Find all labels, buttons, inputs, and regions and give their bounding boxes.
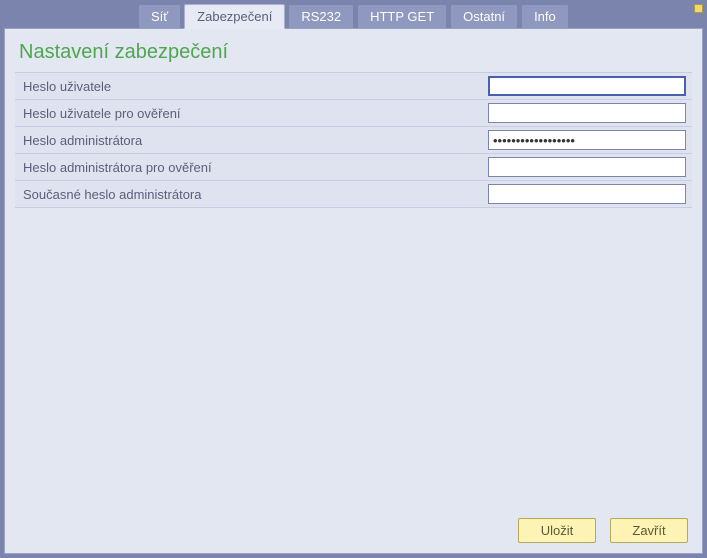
save-button[interactable]: Uložit (518, 518, 596, 543)
label-user-password: Heslo uživatele (21, 79, 488, 94)
row-admin-password-confirm: Heslo administrátora pro ověření (15, 154, 692, 181)
row-current-admin-password: Současné heslo administrátora (15, 181, 692, 208)
tab-bar: Síť Zabezpečení RS232 HTTP GET Ostatní I… (0, 0, 707, 28)
button-bar: Uložit Zavřít (518, 518, 688, 543)
label-admin-password: Heslo administrátora (21, 133, 488, 148)
input-user-password-confirm[interactable] (488, 103, 686, 123)
page-title: Nastavení zabezpečení (15, 39, 692, 72)
row-user-password-confirm: Heslo uživatele pro ověření (15, 100, 692, 127)
label-current-admin-password: Současné heslo administrátora (21, 187, 488, 202)
row-user-password: Heslo uživatele (15, 73, 692, 100)
security-form: Heslo uživatele Heslo uživatele pro ověř… (15, 72, 692, 208)
label-admin-password-confirm: Heslo administrátora pro ověření (21, 160, 488, 175)
tab-other[interactable]: Ostatní (450, 4, 518, 28)
input-current-admin-password[interactable] (488, 184, 686, 204)
row-admin-password: Heslo administrátora (15, 127, 692, 154)
input-admin-password-confirm[interactable] (488, 157, 686, 177)
input-user-password[interactable] (488, 76, 686, 96)
label-user-password-confirm: Heslo uživatele pro ověření (21, 106, 488, 121)
tab-info[interactable]: Info (521, 4, 569, 28)
tab-network[interactable]: Síť (138, 4, 181, 28)
window-indicator (694, 4, 703, 13)
close-button[interactable]: Zavřít (610, 518, 688, 543)
tab-rs232[interactable]: RS232 (288, 4, 354, 28)
input-admin-password[interactable] (488, 130, 686, 150)
tab-security[interactable]: Zabezpečení (184, 4, 285, 29)
settings-panel: Nastavení zabezpečení Heslo uživatele He… (4, 28, 703, 554)
tab-httpget[interactable]: HTTP GET (357, 4, 447, 28)
